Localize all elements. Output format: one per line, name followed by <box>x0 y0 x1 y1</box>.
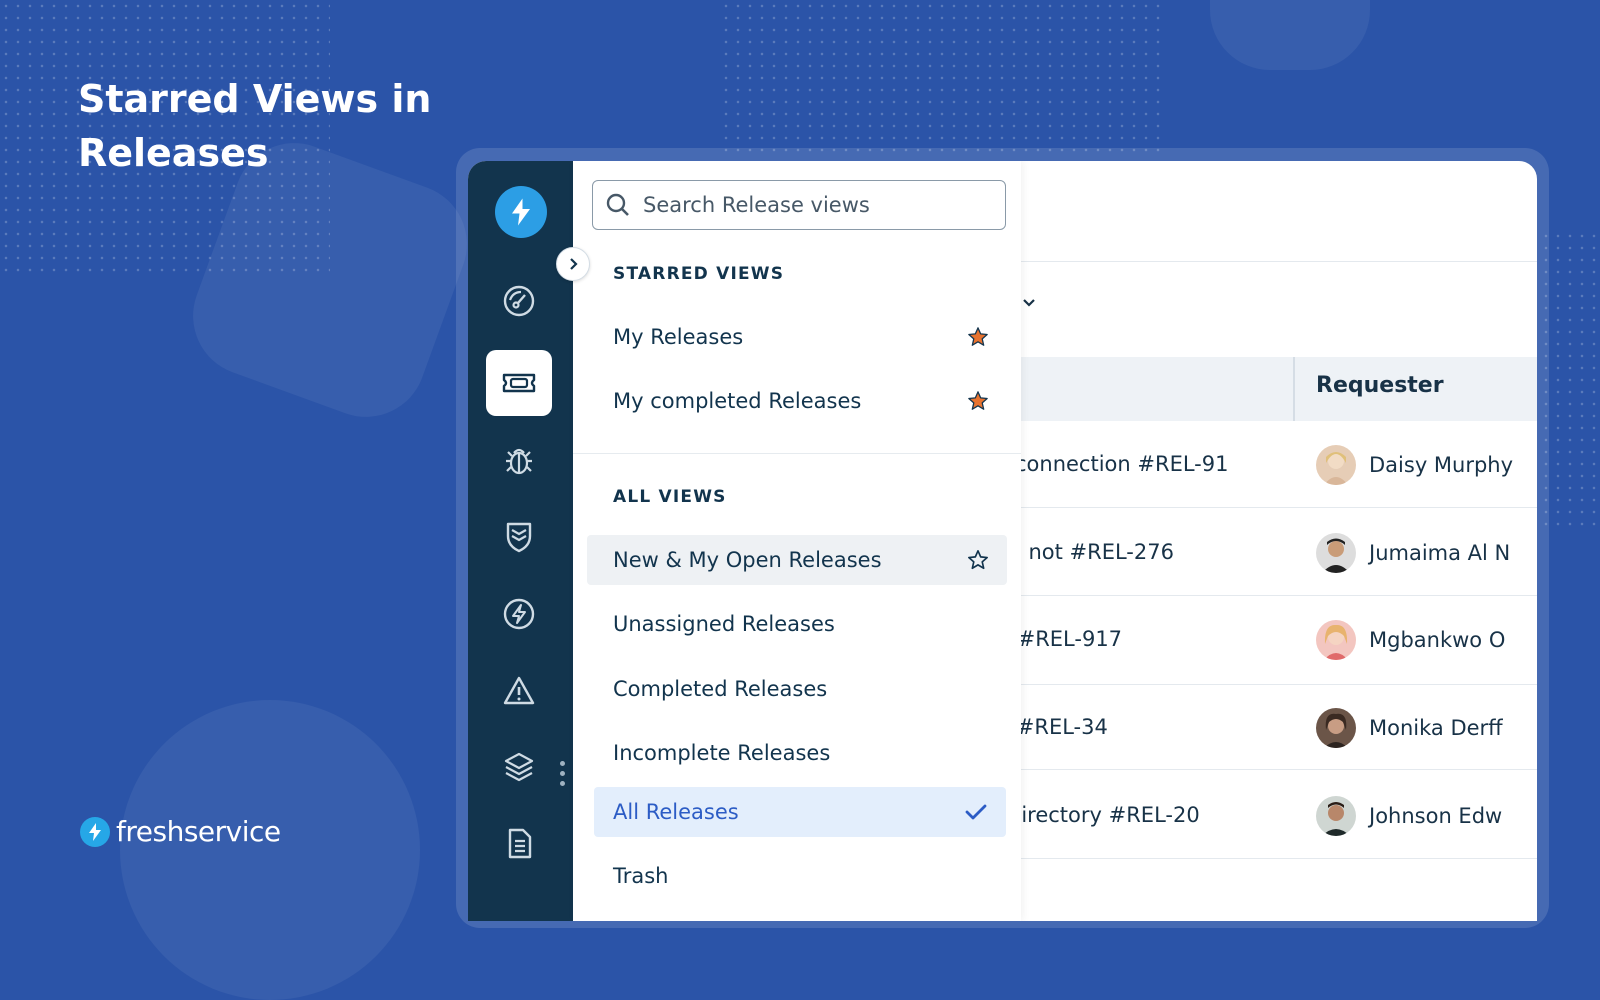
dashboard-icon <box>503 285 535 317</box>
sidebar-rail <box>468 161 573 921</box>
brand-logo: freshservice <box>80 815 281 848</box>
view-item[interactable]: Unassigned Releases <box>587 599 1007 649</box>
sidebar-item-changes[interactable] <box>486 504 552 570</box>
bolt-logo-icon[interactable] <box>495 186 547 238</box>
search-input[interactable] <box>641 192 985 218</box>
requester-name: Johnson Edw <box>1369 804 1503 828</box>
view-label: All Releases <box>613 800 739 824</box>
release-views-panel: STARRED VIEWS My Releases My completed R… <box>573 161 1021 921</box>
avatar <box>1316 533 1356 573</box>
bolt-circle-icon <box>503 598 535 630</box>
table-row-requester[interactable]: Johnson Edw <box>1316 796 1502 836</box>
row-subject[interactable]: directory #REL-20 <box>1008 803 1200 827</box>
warning-icon <box>503 676 535 705</box>
decorative-circle <box>120 700 420 1000</box>
chevron-right-icon <box>570 258 578 270</box>
decorative-shape <box>1210 0 1370 70</box>
view-label: New & My Open Releases <box>613 548 882 572</box>
column-separator[interactable] <box>1293 357 1295 421</box>
view-label: My Releases <box>613 325 744 349</box>
view-item[interactable]: New & My Open Releases <box>587 535 1007 585</box>
view-item-selected[interactable]: All Releases <box>594 787 1006 837</box>
requester-column-header[interactable]: Requester <box>1316 373 1444 398</box>
requester-name: Daisy Murphy <box>1369 453 1514 477</box>
checkmark-icon <box>965 804 987 820</box>
sidebar-item-tickets[interactable] <box>486 350 552 416</box>
star-filled-icon[interactable] <box>967 390 989 412</box>
view-label: Trash <box>613 864 669 888</box>
search-icon <box>606 193 629 216</box>
view-item[interactable]: Incomplete Releases <box>587 728 1007 778</box>
starred-view-item[interactable]: My Releases <box>587 312 1007 362</box>
document-icon <box>508 828 532 859</box>
brand-name: freshservice <box>116 815 281 848</box>
sidebar-item-problems[interactable] <box>486 427 552 493</box>
row-subject[interactable]: connection #REL-91 <box>1015 452 1228 476</box>
requester-name: Mgbankwo O <box>1369 628 1506 652</box>
search-box[interactable] <box>592 180 1006 230</box>
bolt-logo-icon <box>80 816 110 847</box>
requester-name: Jumaima Al N <box>1369 541 1511 565</box>
collapse-toggle-button[interactable] <box>556 247 590 281</box>
avatar <box>1316 796 1356 836</box>
requester-name: Monika Derff <box>1369 716 1503 740</box>
more-options-icon[interactable] <box>560 761 565 786</box>
sidebar-item-dashboard[interactable] <box>486 268 552 334</box>
table-row-requester[interactable]: Monika Derff <box>1316 708 1503 748</box>
avatar <box>1316 445 1356 485</box>
view-label: Unassigned Releases <box>613 612 835 636</box>
view-label: Completed Releases <box>613 677 828 701</box>
hero-title: Starred Views in Releases <box>78 77 432 175</box>
table-row-requester[interactable]: Mgbankwo O <box>1316 620 1505 660</box>
layers-icon <box>504 752 534 782</box>
decorative-dots <box>720 0 1160 160</box>
decorative-dots <box>1540 230 1600 530</box>
sidebar-item-releases[interactable] <box>486 581 552 647</box>
starred-views-heading: STARRED VIEWS <box>613 264 785 284</box>
app-window: d Requester connection #REL-91 Daisy Mur… <box>468 161 1537 921</box>
table-row-requester[interactable]: Daisy Murphy <box>1316 445 1513 485</box>
avatar <box>1316 708 1356 748</box>
divider <box>573 453 1021 454</box>
all-views-heading: ALL VIEWS <box>613 487 727 507</box>
sidebar-item-documents[interactable] <box>486 811 552 877</box>
view-item[interactable]: Completed Releases <box>587 664 1007 714</box>
starred-view-item[interactable]: My completed Releases <box>587 376 1007 426</box>
row-subject[interactable]: is not #REL-276 <box>1005 540 1174 564</box>
shield-icon <box>506 522 532 553</box>
avatar <box>1316 620 1356 660</box>
sidebar-item-assets[interactable] <box>486 734 552 800</box>
view-label: Incomplete Releases <box>613 741 831 765</box>
view-item[interactable]: Trash <box>587 851 1007 901</box>
sidebar-item-alerts[interactable] <box>486 658 552 724</box>
table-row-requester[interactable]: Jumaima Al N <box>1316 533 1510 573</box>
star-filled-icon[interactable] <box>967 326 989 348</box>
chevron-down-icon <box>1022 299 1035 307</box>
view-label: My completed Releases <box>613 389 862 413</box>
bug-icon <box>506 448 532 475</box>
ticket-icon <box>502 373 536 393</box>
star-outline-icon[interactable] <box>967 549 989 571</box>
